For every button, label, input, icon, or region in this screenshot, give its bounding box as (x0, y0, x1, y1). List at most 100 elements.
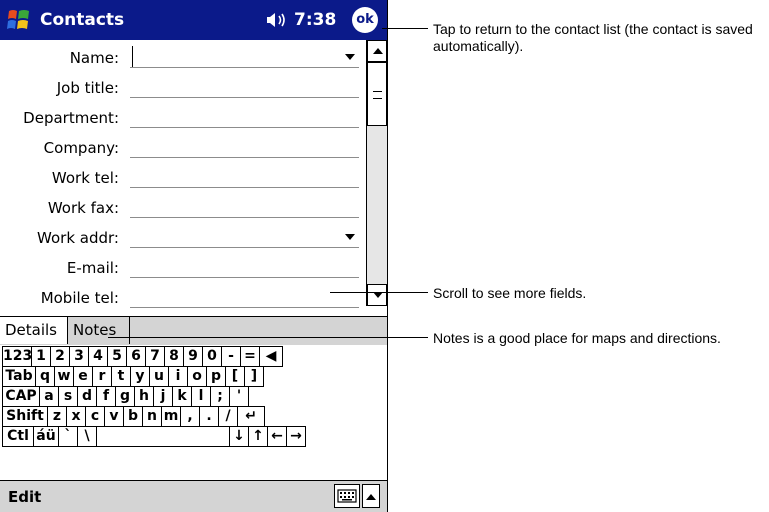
key[interactable]: s (58, 386, 78, 407)
key[interactable]: ' (229, 386, 249, 407)
key[interactable]: \ (77, 426, 97, 447)
key[interactable]: 4 (88, 346, 108, 367)
department-input[interactable] (130, 127, 359, 128)
key[interactable]: 0 (202, 346, 222, 367)
key[interactable]: 3 (69, 346, 89, 367)
key[interactable]: f (96, 386, 116, 407)
scroll-thumb[interactable] (367, 62, 387, 126)
field-label: Job title: (56, 79, 119, 97)
key[interactable]: . (199, 406, 219, 427)
key[interactable]: q (35, 366, 55, 387)
keyboard-icon[interactable] (334, 484, 360, 508)
key[interactable]: 7 (145, 346, 165, 367)
key-accents[interactable]: áü (33, 426, 59, 447)
arrow-down-key[interactable]: ↓ (229, 426, 249, 447)
key[interactable]: h (134, 386, 154, 407)
field-label: Company: (43, 139, 119, 157)
field-work-addr[interactable]: Work addr: (0, 222, 367, 252)
field-company[interactable]: Company: (0, 132, 367, 162)
arrow-up-key[interactable]: ↑ (248, 426, 268, 447)
company-input[interactable] (130, 157, 359, 158)
field-label: Department: (23, 109, 119, 127)
key-shift[interactable]: Shift (2, 406, 48, 427)
email-input[interactable] (130, 277, 359, 278)
key[interactable]: / (218, 406, 238, 427)
pocket-pc-screen: Contacts 7:38 ok Name: Job title: Depart… (0, 0, 388, 512)
key[interactable]: ` (58, 426, 78, 447)
key[interactable]: n (142, 406, 162, 427)
enter-key[interactable]: ↵ (237, 406, 265, 427)
key[interactable]: v (104, 406, 124, 427)
key[interactable]: w (54, 366, 74, 387)
key-tab[interactable]: Tab (2, 366, 36, 387)
key[interactable]: p (206, 366, 226, 387)
scroll-down-button[interactable] (367, 284, 387, 306)
key[interactable]: c (85, 406, 105, 427)
key[interactable]: = (240, 346, 260, 367)
space-key[interactable] (96, 426, 230, 447)
key[interactable]: 2 (50, 346, 70, 367)
callout-scroll: Scroll to see more fields. (433, 285, 587, 301)
edit-menu[interactable]: Edit (8, 488, 41, 506)
input-panel-arrow-icon[interactable] (362, 484, 380, 508)
key[interactable]: y (130, 366, 150, 387)
key[interactable]: t (111, 366, 131, 387)
dropdown-arrow-icon[interactable] (345, 234, 355, 240)
backspace-key[interactable]: ◀ (259, 346, 283, 367)
tab-notes[interactable]: Notes (68, 317, 130, 344)
soft-keyboard: 123 1 2 3 4 5 6 7 8 9 0 - = ◀ Tab q w e … (0, 346, 387, 476)
work-fax-input[interactable] (130, 217, 359, 218)
key[interactable]: m (161, 406, 181, 427)
menu-bar: Edit (0, 480, 387, 512)
key[interactable]: k (172, 386, 192, 407)
key[interactable]: e (73, 366, 93, 387)
field-work-tel[interactable]: Work tel: (0, 162, 367, 192)
arrow-left-key[interactable]: ← (267, 426, 287, 447)
key[interactable]: o (187, 366, 207, 387)
work-addr-input[interactable] (130, 247, 359, 248)
mobile-tel-input[interactable] (130, 307, 359, 308)
key[interactable]: - (221, 346, 241, 367)
key[interactable]: ; (210, 386, 230, 407)
key-123[interactable]: 123 (2, 346, 32, 367)
key[interactable]: l (191, 386, 211, 407)
scroll-up-button[interactable] (367, 40, 387, 62)
work-tel-input[interactable] (130, 187, 359, 188)
speaker-icon[interactable] (266, 11, 286, 29)
key[interactable]: 9 (183, 346, 203, 367)
key[interactable]: i (168, 366, 188, 387)
key[interactable]: ] (244, 366, 264, 387)
field-name[interactable]: Name: (0, 42, 367, 72)
key[interactable]: x (66, 406, 86, 427)
field-department[interactable]: Department: (0, 102, 367, 132)
key[interactable]: [ (225, 366, 245, 387)
key[interactable]: j (153, 386, 173, 407)
name-input[interactable] (130, 67, 359, 68)
arrow-right-key[interactable]: → (286, 426, 306, 447)
key[interactable]: 8 (164, 346, 184, 367)
dropdown-arrow-icon[interactable] (345, 54, 355, 60)
key[interactable]: b (123, 406, 143, 427)
key[interactable]: , (180, 406, 200, 427)
key-ctrl[interactable]: Ctl (2, 426, 34, 447)
field-job-title[interactable]: Job title: (0, 72, 367, 102)
ok-button[interactable]: ok (352, 7, 378, 33)
tab-details[interactable]: Details (0, 317, 68, 344)
job-title-input[interactable] (130, 97, 359, 98)
vertical-scrollbar[interactable] (366, 40, 387, 306)
windows-start-icon[interactable] (6, 8, 32, 32)
key[interactable]: 6 (126, 346, 146, 367)
key[interactable]: g (115, 386, 135, 407)
key[interactable]: a (39, 386, 59, 407)
key[interactable]: 5 (107, 346, 127, 367)
field-email[interactable]: E-mail: (0, 252, 367, 282)
key[interactable]: d (77, 386, 97, 407)
key[interactable]: z (47, 406, 67, 427)
field-work-fax[interactable]: Work fax: (0, 192, 367, 222)
key[interactable]: u (149, 366, 169, 387)
field-mobile-tel[interactable]: Mobile tel: (0, 282, 367, 312)
key[interactable]: 1 (31, 346, 51, 367)
key-caps[interactable]: CAP (2, 386, 40, 407)
key[interactable]: r (92, 366, 112, 387)
clock[interactable]: 7:38 (294, 10, 336, 30)
